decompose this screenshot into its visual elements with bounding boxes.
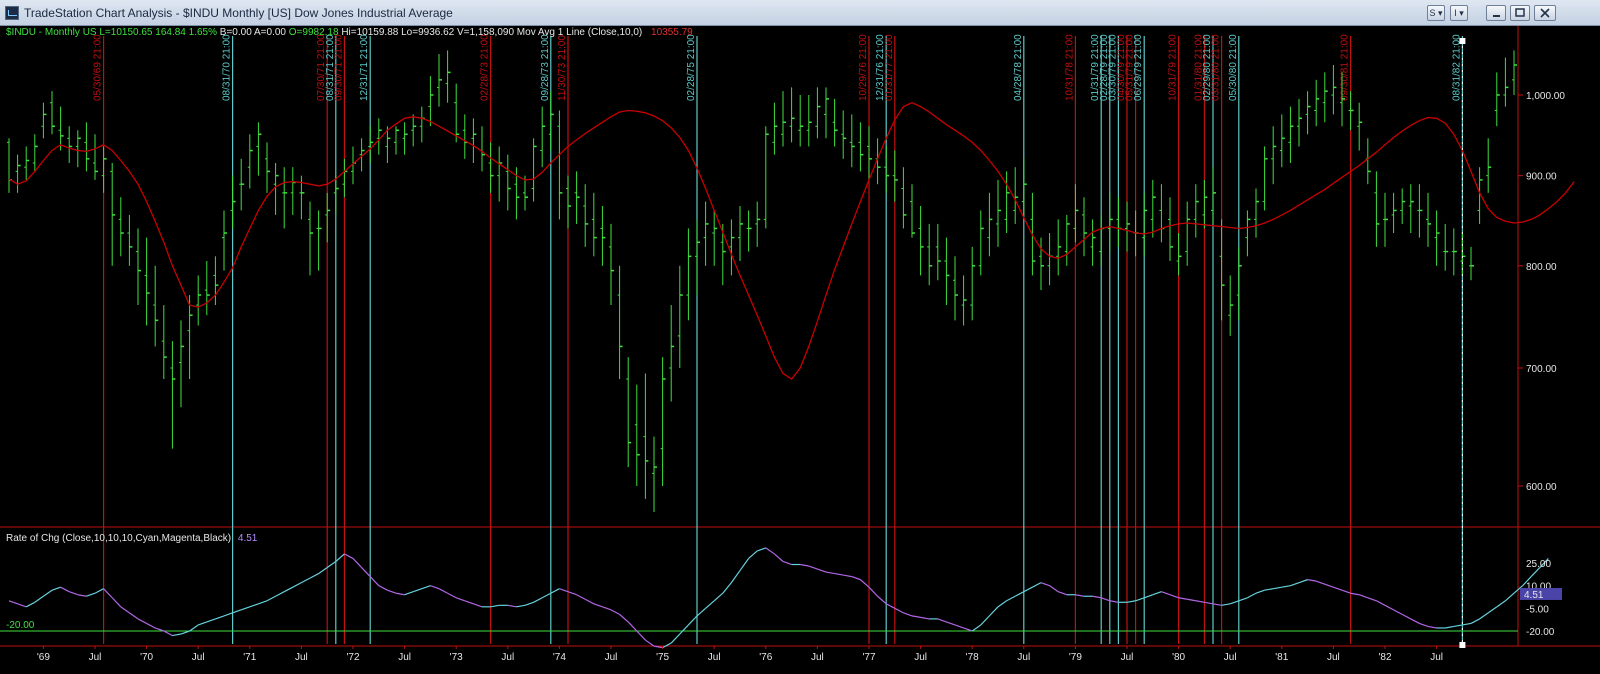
roc-tick-label: -20.00 (1526, 627, 1555, 638)
tradestation-app-icon (5, 6, 19, 20)
minimize-button[interactable] (1486, 5, 1506, 21)
time-tick-label: '76 (759, 652, 772, 663)
event-line-label: 03/31/80 21:00 (1211, 34, 1222, 101)
chart-area[interactable]: 05/30/69 21:00 08/31/70 21:00 07/30/71 21:… (0, 26, 1600, 674)
price-tick-label: 1,000.00 (1526, 91, 1565, 102)
window-titlebar: TradeStation Chart Analysis - $INDU Mont… (0, 0, 1600, 26)
event-line-label: 10/31/79 21:00 (1168, 34, 1179, 101)
low-value: Lo=9936.62 (401, 27, 455, 38)
price-tick-label: 700.00 (1526, 364, 1557, 375)
close-icon (1540, 8, 1550, 18)
event-line-label: 05/30/69 21:00 (93, 34, 104, 101)
time-tick-label: '73 (450, 652, 463, 663)
time-tick-label: Jul (708, 652, 721, 663)
s-menu-button[interactable]: S ▾ (1427, 5, 1445, 21)
time-tick-label: '82 (1378, 652, 1391, 663)
event-line-label: 09/30/71 21:00 (333, 34, 344, 101)
study-value: 10355.79 (651, 27, 693, 38)
roc-level-label: -20.00 (6, 620, 35, 631)
minimize-icon (1493, 15, 1500, 17)
time-tick-label: Jul (295, 652, 308, 663)
net-change: 164.84 (155, 27, 186, 38)
time-tick-label: Jul (811, 652, 824, 663)
maximize-icon (1515, 8, 1525, 17)
ask-value: A=0.00 (254, 27, 286, 38)
event-line-label: 09/30/81 21:00 (1340, 34, 1351, 101)
roc-header: Rate of Chg (Close,10,10,10,Cyan,Magenta… (6, 533, 257, 544)
time-tick-label: Jul (1121, 652, 1134, 663)
price-header: $INDU - Monthly US L=10150.65 164.84 1.6… (6, 27, 693, 38)
event-line-label: 08/31/70 21:00 (222, 34, 233, 101)
cursor-handle-bottom (1459, 642, 1466, 648)
i-menu-button[interactable]: I ▾ (1450, 5, 1468, 21)
roc-tick-label: -5.00 (1526, 604, 1549, 615)
event-line-label: 09/28/73 21:00 (540, 34, 551, 101)
time-tick-label: Jul (1430, 652, 1443, 663)
time-tick-label: '80 (1172, 652, 1185, 663)
roc-study-label: Rate of Chg (Close,10,10,10,Cyan,Magenta… (6, 533, 232, 544)
time-tick-label: '70 (140, 652, 153, 663)
bid-value: B=0.00 (219, 27, 252, 38)
study-label: Mov Avg 1 Line (Close,10,0) (516, 27, 643, 38)
time-tick-label: '75 (656, 652, 669, 663)
close-button[interactable] (1534, 5, 1556, 21)
roc-value-marker-label: 4.51 (1524, 590, 1544, 601)
time-tick-label: '74 (553, 652, 566, 663)
event-line-label: 10/29/76 21:00 (858, 34, 869, 101)
time-tick-label: Jul (605, 652, 618, 663)
symbol-label: $INDU - Monthly (6, 27, 80, 38)
time-tick-label: Jul (1017, 652, 1030, 663)
time-tick-label: Jul (1224, 652, 1237, 663)
cursor-handle-top (1459, 38, 1466, 44)
time-tick-label: Jul (914, 652, 927, 663)
high-value: Hi=10159.88 (341, 27, 399, 38)
event-line-label: 04/28/78 21:00 (1013, 34, 1024, 101)
event-line-label: 02/28/73 21:00 (480, 34, 491, 101)
time-tick-label: Jul (1327, 652, 1340, 663)
time-tick-label: '78 (966, 652, 979, 663)
open-value: O=9982.18 (288, 27, 339, 38)
time-tick-label: Jul (501, 652, 514, 663)
event-line-label: 10/31/78 21:00 (1064, 34, 1075, 101)
maximize-button[interactable] (1510, 5, 1530, 21)
time-tick-label: '79 (1069, 652, 1082, 663)
event-line-label: 01/31/77 21:00 (884, 34, 895, 101)
chart-canvas[interactable]: 05/30/69 21:00 08/31/70 21:00 07/30/71 21:… (0, 26, 1600, 674)
time-tick-label: '72 (346, 652, 359, 663)
event-line-label: 06/29/79 21:00 (1133, 34, 1144, 101)
last-price: L=10150.65 (99, 27, 153, 38)
roc-study-value: 4.51 (237, 533, 258, 544)
price-tick-label: 600.00 (1526, 482, 1557, 493)
time-tick-label: '69 (37, 652, 50, 663)
exchange-label: US (82, 27, 97, 38)
event-line-label: 02/28/75 21:00 (686, 34, 697, 101)
window-title: TradeStation Chart Analysis - $INDU Mont… (24, 6, 453, 20)
time-tick-label: '71 (243, 652, 256, 663)
time-tick-label: '81 (1275, 652, 1288, 663)
time-tick-label: Jul (398, 652, 411, 663)
event-line-label: 11/30/73 21:00 (557, 35, 568, 101)
roc-tick-label: 25.00 (1526, 559, 1551, 570)
time-tick-label: Jul (192, 652, 205, 663)
price-tick-label: 800.00 (1526, 262, 1557, 273)
event-line-label: 12/31/71 21:00 (359, 34, 370, 101)
time-tick-label: '77 (862, 652, 875, 663)
event-line-label: 05/30/80 21:00 (1228, 34, 1239, 101)
volume-value: V=1,158,090 (457, 27, 515, 38)
pct-change: 1.65% (188, 27, 218, 38)
price-tick-label: 900.00 (1526, 172, 1557, 183)
time-tick-label: Jul (89, 652, 102, 663)
